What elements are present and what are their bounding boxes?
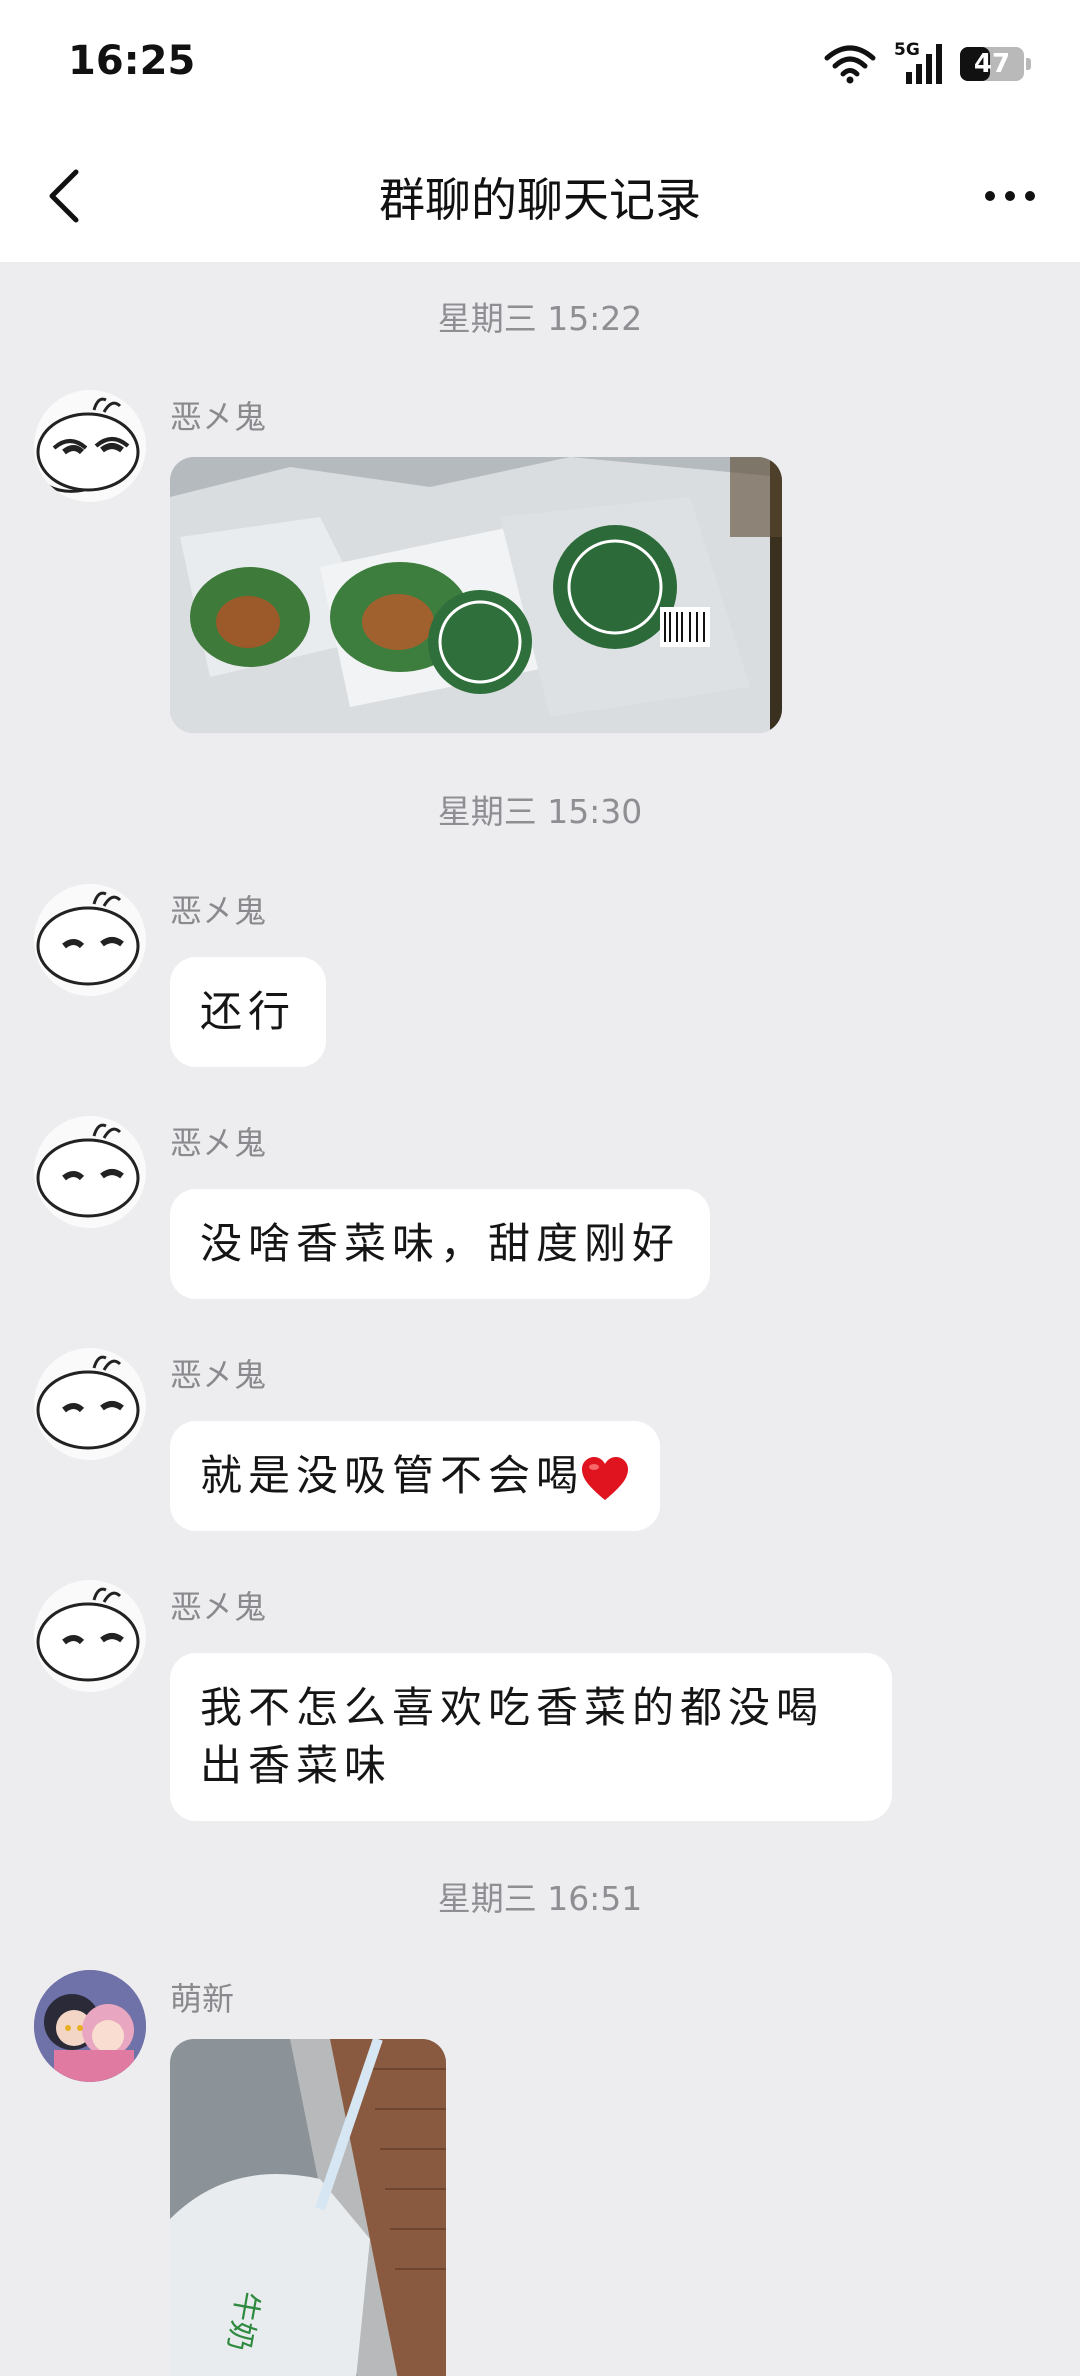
sender-name: 恶㐅鬼	[170, 1124, 267, 1162]
image-message[interactable]: 牛奶	[170, 2039, 446, 2376]
status-icons: 5G 47	[824, 40, 1031, 88]
heart-emoji-icon	[582, 1457, 629, 1500]
sender-name: 恶㐅鬼	[170, 1356, 267, 1394]
avatar[interactable]	[34, 1580, 146, 1692]
status-bar: 16:25 5G 47	[0, 0, 1080, 128]
message-bubble[interactable]: 还行	[170, 957, 327, 1067]
avatar[interactable]	[34, 1348, 146, 1460]
message-bubble[interactable]: 我不怎么喜欢吃香菜的都没喝出香菜味	[170, 1653, 892, 1821]
timestamp: 星期三 15:22	[437, 299, 643, 338]
avatar[interactable]	[34, 390, 146, 502]
message-bubble[interactable]: 就是没吸管不会喝	[170, 1421, 661, 1531]
sender-name: 萌新	[170, 1980, 235, 2018]
image-message[interactable]	[170, 457, 782, 733]
anime-couple-avatar	[34, 1970, 146, 2082]
status-time: 16:25	[68, 38, 196, 84]
milk-bag-photo: 牛奶	[170, 2039, 446, 2376]
doodle-face-avatar	[34, 1348, 146, 1460]
sender-name: 恶㐅鬼	[170, 1588, 267, 1626]
battery-icon: 47	[960, 47, 1031, 81]
battery-level: 47	[973, 49, 1011, 79]
nav-bar: 群聊的聊天记录	[0, 128, 1080, 262]
avatar[interactable]	[34, 1970, 146, 2082]
avatar[interactable]	[34, 884, 146, 996]
page-title: 群聊的聊天记录	[379, 173, 701, 227]
doodle-face-avatar	[34, 390, 146, 502]
more-dots-icon	[985, 191, 1035, 201]
wifi-icon	[824, 45, 876, 84]
more-button[interactable]	[970, 158, 1050, 234]
message-bubble[interactable]: 没啥香菜味，甜度刚好	[170, 1189, 711, 1299]
doodle-face-avatar	[34, 884, 146, 996]
doodle-face-avatar	[34, 1580, 146, 1692]
chat-history[interactable]: 星期三 15:22 恶㐅鬼 星期三 15:30 恶㐅鬼 还行 恶㐅鬼 没啥香菜味…	[0, 262, 1080, 2376]
timestamp: 星期三 16:51	[437, 1879, 643, 1918]
avatar[interactable]	[34, 1116, 146, 1228]
milk-packets-photo	[170, 457, 782, 733]
message-text: 就是没吸管不会喝	[200, 1451, 585, 1500]
sender-name: 恶㐅鬼	[170, 892, 267, 930]
timestamp: 星期三 15:30	[437, 792, 643, 831]
signal-5g-icon: 5G	[894, 40, 942, 86]
sender-name: 恶㐅鬼	[170, 398, 267, 436]
doodle-face-avatar	[34, 1116, 146, 1228]
